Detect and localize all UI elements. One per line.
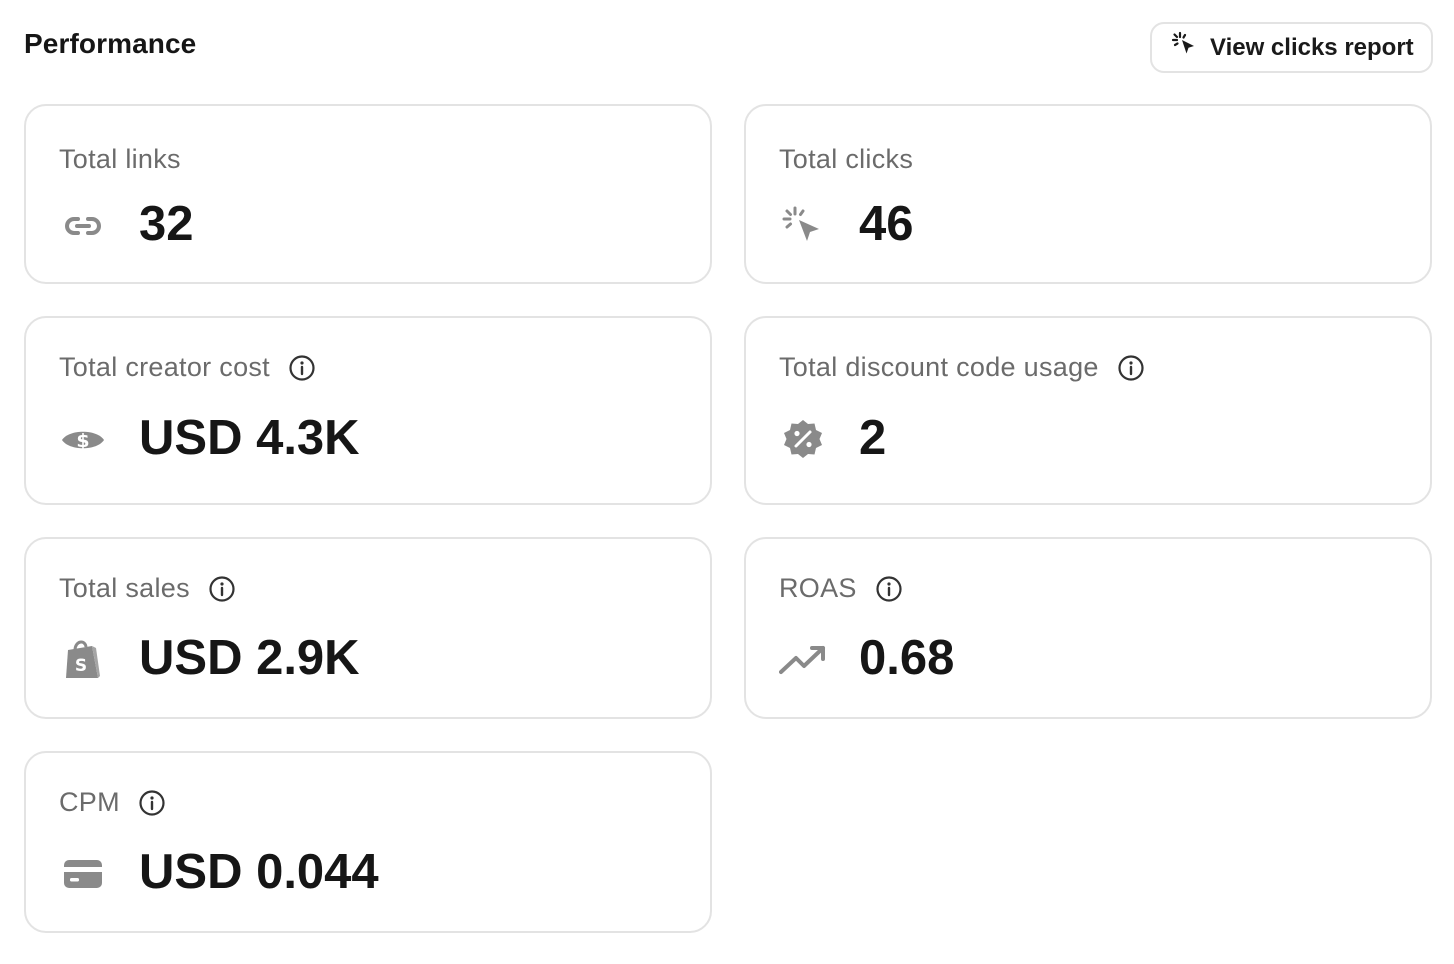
- metric-card-cpm: CPM USD 0.044: [24, 751, 712, 933]
- metric-value: USD 2.9K: [139, 631, 360, 685]
- cursor-click-icon: [779, 202, 827, 250]
- svg-text:$: $: [76, 430, 89, 452]
- metric-value: 2: [859, 411, 887, 465]
- metric-label: Total sales: [59, 573, 190, 603]
- view-clicks-report-button[interactable]: View clicks report: [1150, 22, 1433, 73]
- info-icon[interactable]: [875, 575, 903, 603]
- metric-card-total-clicks: Total clicks 46: [744, 104, 1432, 284]
- card-icon: [59, 850, 107, 898]
- info-icon[interactable]: [208, 575, 236, 603]
- trend-up-icon: [779, 636, 827, 684]
- metric-card-total-links: Total links 32: [24, 104, 712, 284]
- metric-value: USD 0.044: [139, 845, 379, 899]
- money-icon: $: [59, 416, 107, 464]
- metric-label: Total discount code usage: [779, 352, 1099, 382]
- info-icon[interactable]: [1117, 354, 1145, 382]
- discount-badge-icon: [779, 416, 827, 464]
- metric-label: CPM: [59, 787, 120, 817]
- metric-label: Total clicks: [779, 144, 914, 174]
- section-title: Performance: [24, 28, 197, 59]
- svg-text:S: S: [75, 656, 87, 676]
- metric-value: USD 4.3K: [139, 411, 360, 465]
- metric-label: Total creator cost: [59, 352, 270, 382]
- cursor-click-icon: [1170, 30, 1200, 65]
- metric-value: 32: [139, 197, 194, 251]
- metric-value: 0.68: [859, 631, 955, 685]
- metric-value: 46: [859, 197, 914, 251]
- metric-label: Total links: [59, 144, 181, 174]
- metric-label: ROAS: [779, 573, 857, 603]
- metric-card-total-discount-code-usage: Total discount code usage 2: [744, 316, 1432, 505]
- info-icon[interactable]: [138, 789, 166, 817]
- view-clicks-report-label: View clicks report: [1210, 33, 1414, 61]
- shopify-bag-icon: S: [59, 636, 107, 684]
- metric-card-total-sales: Total sales S USD 2.9K: [24, 537, 712, 719]
- metric-card-roas: ROAS 0.68: [744, 537, 1432, 719]
- link-icon: [59, 202, 107, 250]
- info-icon[interactable]: [288, 354, 316, 382]
- metric-card-total-creator-cost: Total creator cost $ USD 4.3K: [24, 316, 712, 505]
